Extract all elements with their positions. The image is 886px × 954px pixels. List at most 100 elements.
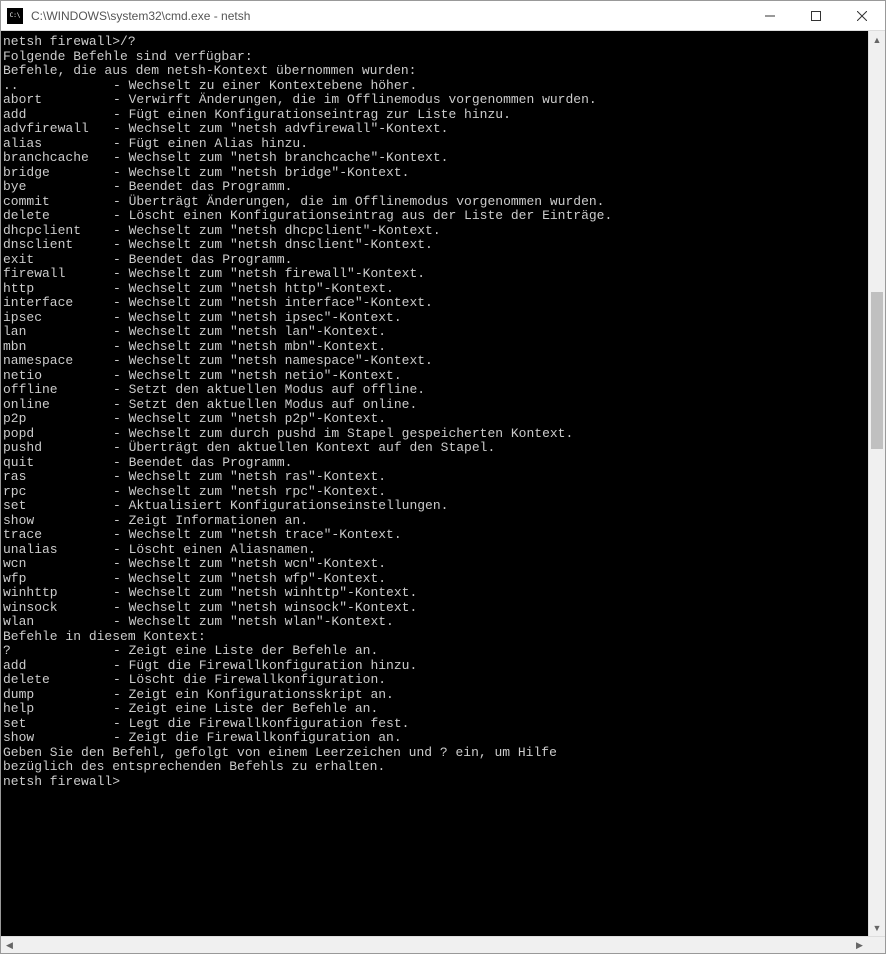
command-name: lan: [3, 325, 113, 340]
command-line: bye- Beendet das Programm.: [3, 180, 868, 195]
command-name: ..: [3, 79, 113, 94]
command-line: mbn- Wechselt zum "netsh mbn"-Kontext.: [3, 340, 868, 355]
command-name: unalias: [3, 543, 113, 558]
command-description: - Wechselt zum "netsh wfp"-Kontext.: [113, 571, 386, 586]
command-description: - Wechselt zum "netsh netio"-Kontext.: [113, 368, 402, 383]
command-name: interface: [3, 296, 113, 311]
command-name: delete: [3, 209, 113, 224]
command-description: - Wechselt zum "netsh branchcache"-Konte…: [113, 150, 448, 165]
command-name: add: [3, 659, 113, 674]
command-line: show- Zeigt Informationen an.: [3, 514, 868, 529]
command-name: mbn: [3, 340, 113, 355]
terminal-output[interactable]: netsh firewall>/?Folgende Befehle sind v…: [1, 31, 868, 936]
command-line: help- Zeigt eine Liste der Befehle an.: [3, 702, 868, 717]
command-description: - Wechselt zum "netsh firewall"-Kontext.: [113, 266, 425, 281]
command-description: - Verwirft Änderungen, die im Offlinemod…: [113, 92, 597, 107]
scroll-up-icon[interactable]: ▲: [869, 31, 885, 48]
command-description: - Wechselt zum "netsh dhcpclient"-Kontex…: [113, 223, 441, 238]
command-name: wlan: [3, 615, 113, 630]
command-name: wcn: [3, 557, 113, 572]
maximize-button[interactable]: [793, 1, 839, 31]
command-name: show: [3, 514, 113, 529]
command-description: - Zeigt ein Konfigurationsskript an.: [113, 687, 394, 702]
command-line: ipsec- Wechselt zum "netsh ipsec"-Kontex…: [3, 311, 868, 326]
command-description: - Wechselt zum "netsh interface"-Kontext…: [113, 295, 433, 310]
command-description: - Wechselt zum "netsh dnsclient"-Kontext…: [113, 237, 433, 252]
command-description: - Beendet das Programm.: [113, 455, 292, 470]
command-name: online: [3, 398, 113, 413]
command-line: alias- Fügt einen Alias hinzu.: [3, 137, 868, 152]
close-button[interactable]: [839, 1, 885, 31]
command-line: ras- Wechselt zum "netsh ras"-Kontext.: [3, 470, 868, 485]
minimize-button[interactable]: [747, 1, 793, 31]
scroll-right-icon[interactable]: ▶: [851, 940, 868, 951]
command-name: firewall: [3, 267, 113, 282]
scroll-left-icon[interactable]: ◀: [1, 940, 18, 951]
command-description: - Legt die Firewallkonfiguration fest.: [113, 716, 409, 731]
command-line: add- Fügt einen Konfigurationseintrag zu…: [3, 108, 868, 123]
command-description: - Fügt die Firewallkonfiguration hinzu.: [113, 658, 417, 673]
command-description: - Zeigt eine Liste der Befehle an.: [113, 701, 378, 716]
horizontal-scrollbar[interactable]: ◀ ▶: [1, 936, 885, 953]
command-description: - Wechselt zum "netsh winhttp"-Kontext.: [113, 585, 417, 600]
command-name: p2p: [3, 412, 113, 427]
command-description: - Aktualisiert Konfigurationseinstellung…: [113, 498, 448, 513]
window-titlebar[interactable]: C:\ C:\WINDOWS\system32\cmd.exe - netsh: [1, 1, 885, 31]
command-description: - Fügt einen Alias hinzu.: [113, 136, 308, 151]
command-description: - Wechselt zu einer Kontextebene höher.: [113, 78, 417, 93]
scroll-track[interactable]: [869, 48, 885, 919]
command-line: http- Wechselt zum "netsh http"-Kontext.: [3, 282, 868, 297]
prompt-line: netsh firewall>: [3, 775, 868, 790]
command-description: - Überträgt den aktuellen Kontext auf de…: [113, 440, 495, 455]
command-name: dnsclient: [3, 238, 113, 253]
command-description: - Fügt einen Konfigurationseintrag zur L…: [113, 107, 511, 122]
section-header: Folgende Befehle sind verfügbar:: [3, 50, 868, 65]
command-line: unalias- Löscht einen Aliasnamen.: [3, 543, 868, 558]
command-description: - Zeigt Informationen an.: [113, 513, 308, 528]
scroll-thumb[interactable]: [871, 292, 883, 449]
command-line: offline- Setzt den aktuellen Modus auf o…: [3, 383, 868, 398]
command-name: bridge: [3, 166, 113, 181]
command-line: firewall- Wechselt zum "netsh firewall"-…: [3, 267, 868, 282]
command-name: advfirewall: [3, 122, 113, 137]
command-description: - Wechselt zum "netsh mbn"-Kontext.: [113, 339, 386, 354]
hint-line: Geben Sie den Befehl, gefolgt von einem …: [3, 746, 868, 761]
command-line: pushd- Überträgt den aktuellen Kontext a…: [3, 441, 868, 456]
command-description: - Wechselt zum "netsh advfirewall"-Konte…: [113, 121, 448, 136]
command-description: - Löscht einen Konfigurationseintrag aus…: [113, 208, 612, 223]
command-line: set- Aktualisiert Konfigurationseinstell…: [3, 499, 868, 514]
command-description: - Überträgt Änderungen, die im Offlinemo…: [113, 194, 604, 209]
command-line: online- Setzt den aktuellen Modus auf on…: [3, 398, 868, 413]
command-name: show: [3, 731, 113, 746]
command-description: - Zeigt die Firewallkonfiguration an.: [113, 730, 402, 745]
command-description: - Wechselt zum "netsh winsock"-Kontext.: [113, 600, 417, 615]
command-line: commit- Überträgt Änderungen, die im Off…: [3, 195, 868, 210]
command-line: dhcpclient- Wechselt zum "netsh dhcpclie…: [3, 224, 868, 239]
command-line: p2p- Wechselt zum "netsh p2p"-Kontext.: [3, 412, 868, 427]
command-name: pushd: [3, 441, 113, 456]
command-description: - Wechselt zum "netsh p2p"-Kontext.: [113, 411, 386, 426]
command-line: add- Fügt die Firewallkonfiguration hinz…: [3, 659, 868, 674]
command-name: ?: [3, 644, 113, 659]
command-name: http: [3, 282, 113, 297]
command-description: - Wechselt zum "netsh lan"-Kontext.: [113, 324, 386, 339]
command-description: - Wechselt zum "netsh wcn"-Kontext.: [113, 556, 386, 571]
command-line: delete- Löscht einen Konfigurationseintr…: [3, 209, 868, 224]
command-name: dump: [3, 688, 113, 703]
command-line: netio- Wechselt zum "netsh netio"-Kontex…: [3, 369, 868, 384]
command-line: advfirewall- Wechselt zum "netsh advfire…: [3, 122, 868, 137]
command-name: set: [3, 717, 113, 732]
command-line: delete- Löscht die Firewallkonfiguration…: [3, 673, 868, 688]
cmd-icon: C:\: [7, 8, 23, 24]
command-description: - Wechselt zum "netsh trace"-Kontext.: [113, 527, 402, 542]
command-line: rpc- Wechselt zum "netsh rpc"-Kontext.: [3, 485, 868, 500]
window-title: C:\WINDOWS\system32\cmd.exe - netsh: [29, 9, 747, 23]
command-name: dhcpclient: [3, 224, 113, 239]
command-line: dump- Zeigt ein Konfigurationsskript an.: [3, 688, 868, 703]
command-line: namespace- Wechselt zum "netsh namespace…: [3, 354, 868, 369]
section-header: Befehle in diesem Kontext:: [3, 630, 868, 645]
command-name: delete: [3, 673, 113, 688]
scroll-down-icon[interactable]: ▼: [869, 919, 885, 936]
vertical-scrollbar[interactable]: ▲ ▼: [868, 31, 885, 936]
command-description: - Löscht die Firewallkonfiguration.: [113, 672, 386, 687]
